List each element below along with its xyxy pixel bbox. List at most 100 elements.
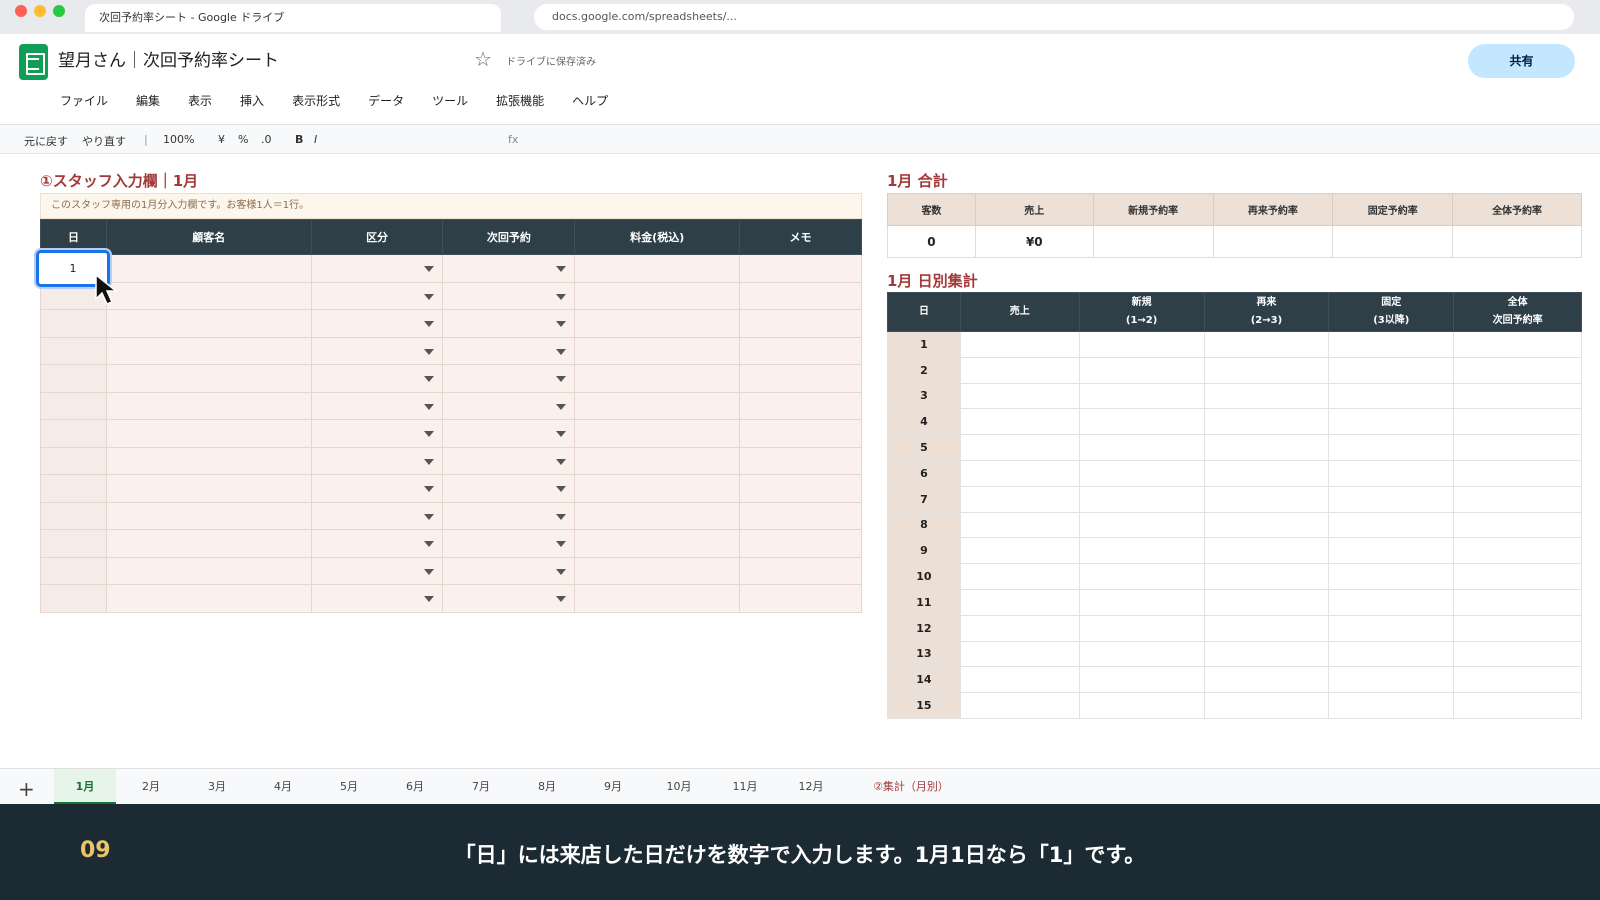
percent-format-button[interactable]: % <box>238 133 248 146</box>
customer-name-cell[interactable] <box>105 556 312 585</box>
document-title[interactable]: 望月さん｜次回予約率シート <box>58 46 279 71</box>
category-dropdown[interactable] <box>310 254 444 283</box>
daily-sales-cell[interactable] <box>959 382 1080 410</box>
menu-view[interactable]: 表示 <box>188 92 212 112</box>
daily-fixed-cell[interactable] <box>1328 511 1455 539</box>
header-memo[interactable]: メモ <box>739 219 862 255</box>
day-cell[interactable] <box>40 529 107 558</box>
total-header-repeat-rate[interactable]: 再来予約率 <box>1212 193 1334 226</box>
add-sheet-icon[interactable]: + <box>18 777 35 801</box>
day-cell[interactable] <box>40 364 107 393</box>
daily-repeat-cell[interactable] <box>1203 640 1330 668</box>
next-booking-dropdown[interactable] <box>442 336 576 365</box>
memo-cell[interactable] <box>739 584 862 613</box>
daily-fixed-cell[interactable] <box>1328 434 1455 461</box>
sheet-tab-month[interactable]: 10月 <box>648 769 710 805</box>
sheet-tab-month[interactable]: 3月 <box>186 769 248 805</box>
daily-header-day[interactable]: 日 <box>887 292 961 332</box>
menu-format[interactable]: 表示形式 <box>292 92 340 112</box>
daily-header-new[interactable]: 新規 (1→2) <box>1078 292 1205 332</box>
memo-cell[interactable] <box>739 391 862 420</box>
fee-cell[interactable] <box>574 584 741 613</box>
fee-cell[interactable] <box>574 419 741 448</box>
daily-new-cell[interactable] <box>1078 382 1205 410</box>
daily-overall-cell[interactable] <box>1453 588 1582 616</box>
daily-sales-cell[interactable] <box>959 692 1080 719</box>
daily-overall-cell[interactable] <box>1453 459 1582 487</box>
customer-name-cell[interactable] <box>105 584 312 613</box>
fee-cell[interactable] <box>574 254 741 283</box>
customer-name-cell[interactable] <box>105 309 312 338</box>
next-booking-dropdown[interactable] <box>442 254 576 283</box>
maximize-window-dot[interactable] <box>53 5 65 17</box>
sheet-tab-month[interactable]: 9月 <box>582 769 644 805</box>
daily-sales-cell[interactable] <box>959 485 1080 513</box>
header-customer-name[interactable]: 顧客名 <box>105 219 312 255</box>
category-dropdown[interactable] <box>310 529 444 558</box>
daily-new-cell[interactable] <box>1078 408 1205 436</box>
header-next-booking[interactable]: 次回予約 <box>442 219 576 255</box>
daily-repeat-cell[interactable] <box>1203 434 1330 461</box>
sheet-tab-month[interactable]: 4月 <box>252 769 314 805</box>
customer-name-cell[interactable] <box>105 474 312 503</box>
category-dropdown[interactable] <box>310 446 444 475</box>
next-booking-dropdown[interactable] <box>442 419 576 448</box>
daily-new-cell[interactable] <box>1078 666 1205 694</box>
daily-fixed-cell[interactable] <box>1328 382 1455 410</box>
italic-button[interactable]: I <box>314 133 317 146</box>
day-cell[interactable] <box>40 391 107 420</box>
daily-repeat-cell[interactable] <box>1203 511 1330 539</box>
total-header-new-rate[interactable]: 新規予約率 <box>1092 193 1214 226</box>
daily-overall-cell[interactable] <box>1453 640 1582 668</box>
daily-new-cell[interactable] <box>1078 692 1205 719</box>
daily-sales-cell[interactable] <box>959 511 1080 539</box>
daily-sales-cell[interactable] <box>959 408 1080 436</box>
daily-header-fixed[interactable]: 固定 (3以降) <box>1328 292 1455 332</box>
daily-new-cell[interactable] <box>1078 511 1205 539</box>
daily-new-cell[interactable] <box>1078 588 1205 616</box>
total-header-sales[interactable]: 売上 <box>974 193 1094 226</box>
day-cell[interactable] <box>40 474 107 503</box>
daily-header-sales[interactable]: 売上 <box>959 292 1080 332</box>
daily-day-cell[interactable]: 3 <box>887 382 961 410</box>
daily-new-cell[interactable] <box>1078 331 1205 358</box>
daily-header-repeat[interactable]: 再来 (2→3) <box>1203 292 1330 332</box>
day-cell[interactable] <box>40 309 107 338</box>
daily-new-cell[interactable] <box>1078 459 1205 487</box>
daily-repeat-cell[interactable] <box>1203 692 1330 719</box>
category-dropdown[interactable] <box>310 309 444 338</box>
daily-repeat-cell[interactable] <box>1203 382 1330 410</box>
daily-day-cell[interactable]: 9 <box>887 537 961 565</box>
daily-overall-cell[interactable] <box>1453 434 1582 461</box>
daily-fixed-cell[interactable] <box>1328 356 1455 384</box>
total-fixed-rate-value[interactable] <box>1332 225 1454 258</box>
daily-day-cell[interactable]: 10 <box>887 563 961 590</box>
daily-fixed-cell[interactable] <box>1328 614 1455 642</box>
daily-day-cell[interactable]: 13 <box>887 640 961 668</box>
total-repeat-rate-value[interactable] <box>1212 225 1334 258</box>
daily-overall-cell[interactable] <box>1453 331 1582 358</box>
daily-fixed-cell[interactable] <box>1328 640 1455 668</box>
memo-cell[interactable] <box>739 254 862 283</box>
daily-new-cell[interactable] <box>1078 485 1205 513</box>
daily-header-overall[interactable]: 全体 次回予約率 <box>1453 292 1582 332</box>
daily-day-cell[interactable]: 11 <box>887 588 961 616</box>
header-category[interactable]: 区分 <box>310 219 444 255</box>
memo-cell[interactable] <box>739 364 862 393</box>
next-booking-dropdown[interactable] <box>442 309 576 338</box>
daily-new-cell[interactable] <box>1078 434 1205 461</box>
browser-tab[interactable]: 次回予約率シート - Google ドライブ <box>85 4 501 32</box>
daily-new-cell[interactable] <box>1078 640 1205 668</box>
share-button[interactable]: 共有 <box>1468 44 1575 78</box>
sheet-tab-month[interactable]: 8月 <box>516 769 578 805</box>
daily-day-cell[interactable]: 14 <box>887 666 961 694</box>
daily-repeat-cell[interactable] <box>1203 537 1330 565</box>
daily-day-cell[interactable]: 2 <box>887 356 961 384</box>
customer-name-cell[interactable] <box>105 336 312 365</box>
day-cell[interactable] <box>40 501 107 530</box>
daily-day-cell[interactable]: 12 <box>887 614 961 642</box>
daily-day-cell[interactable]: 8 <box>887 511 961 539</box>
daily-overall-cell[interactable] <box>1453 614 1582 642</box>
daily-new-cell[interactable] <box>1078 537 1205 565</box>
day-cell[interactable] <box>40 556 107 585</box>
